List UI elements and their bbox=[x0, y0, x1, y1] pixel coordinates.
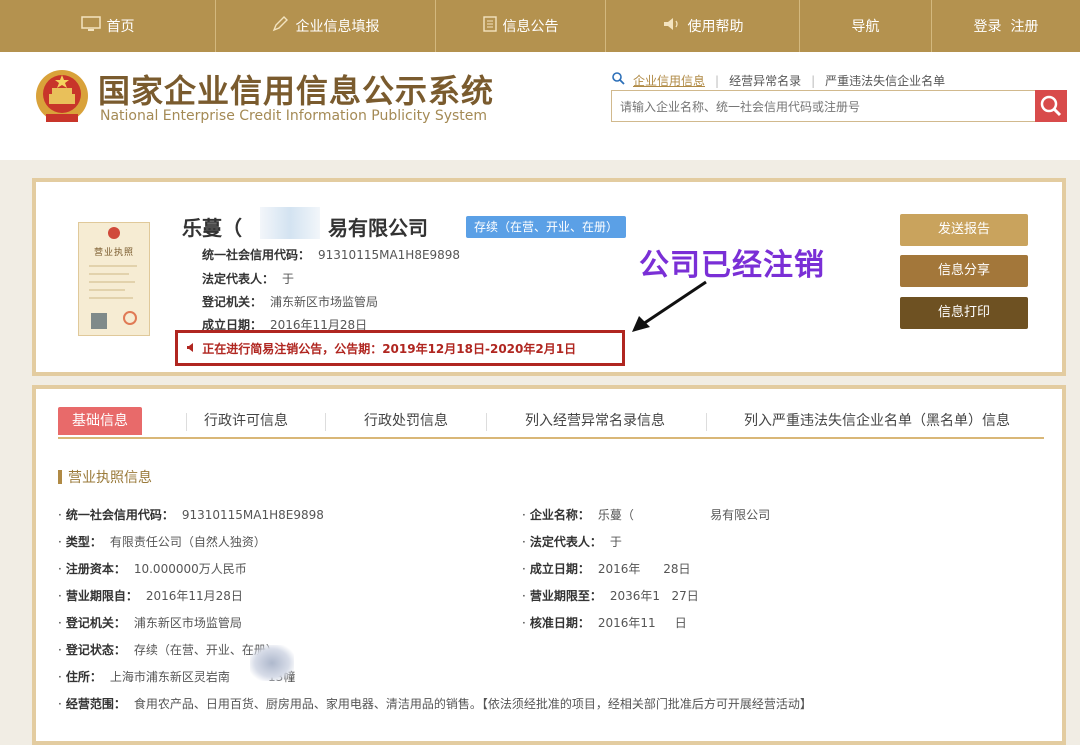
legal-rep-row: 法定代表人： 于 bbox=[202, 270, 294, 287]
field-legal-rep: · 法定代表人：于 bbox=[522, 535, 622, 549]
top-nav: 首页 企业信息填报 信息公告 使用帮助 导航 登录 注册 bbox=[0, 0, 1080, 52]
license-line bbox=[89, 289, 125, 291]
nav-login-register[interactable]: 登录 注册 bbox=[932, 0, 1080, 52]
divider: | bbox=[715, 73, 720, 88]
field-approval-date: · 核准日期： 2016年11 日 bbox=[522, 616, 687, 630]
qr-code-icon bbox=[91, 313, 107, 329]
nav-enterprise-fill[interactable]: 企业信息填报 bbox=[216, 0, 436, 52]
nav-login-label: 登录 注册 bbox=[973, 19, 1039, 35]
field-credit-code: · 统一社会信用代码： 91310115MA1H8E9898 bbox=[58, 508, 324, 522]
field-registered-capital: · 注册资本： 10.000000万人民币 bbox=[58, 562, 247, 576]
divider bbox=[486, 413, 487, 431]
divider bbox=[325, 413, 326, 431]
notice-text-row: 正在进行简易注销公告，公告期：2019年12月18日-2020年2月1日 bbox=[186, 340, 576, 357]
authority-value: 浦东新区市场监管局 bbox=[270, 295, 379, 309]
tab-admin-license[interactable]: 行政许可信息 bbox=[204, 407, 288, 435]
search-button[interactable] bbox=[1035, 90, 1067, 122]
company-name-suffix: 易有限公司 bbox=[328, 216, 428, 240]
nav-announcements-label: 信息公告 bbox=[502, 19, 559, 35]
tab-admin-penalty[interactable]: 行政处罚信息 bbox=[364, 407, 448, 435]
field-term-from: · 营业期限自： 2016年11月28日 bbox=[58, 589, 243, 603]
search-icon bbox=[1040, 95, 1062, 117]
credit-code-label: 统一社会信用代码： bbox=[202, 248, 311, 262]
nav-announcements[interactable]: 信息公告 bbox=[436, 0, 606, 52]
tab-blacklist[interactable]: 列入严重违法失信企业名单（黑名单）信息 bbox=[744, 407, 1010, 435]
redaction-blur bbox=[250, 645, 294, 681]
business-license-image: 营业执照 bbox=[78, 222, 150, 336]
search-input[interactable] bbox=[618, 91, 1032, 123]
legal-rep-label: 法定代表人： bbox=[202, 272, 275, 286]
status-badge: 存续（在营、开业、在册） bbox=[466, 216, 627, 238]
speaker-icon bbox=[186, 342, 202, 356]
license-line bbox=[89, 281, 135, 283]
section-title: 营业执照信息 bbox=[58, 467, 152, 487]
send-report-button[interactable]: 发送报告 bbox=[900, 214, 1028, 246]
license-line bbox=[89, 265, 137, 267]
details-card: 基础信息 行政许可信息 行政处罚信息 列入经营异常名录信息 列入严重违法失信企业… bbox=[32, 385, 1066, 745]
search-link-blacklist[interactable]: 严重违法失信企业名单 bbox=[825, 72, 945, 89]
nav-navigation-label: 导航 bbox=[851, 19, 880, 35]
search-box bbox=[611, 90, 1067, 123]
seal-icon bbox=[123, 311, 137, 325]
nav-home-label: 首页 bbox=[106, 19, 135, 35]
search-link-credit[interactable]: 企业信用信息 bbox=[633, 72, 705, 89]
info-tabs: 基础信息 行政许可信息 行政处罚信息 列入经营异常名录信息 列入严重违法失信企业… bbox=[58, 407, 1044, 439]
field-term-to: · 营业期限至： 2036年1 27日 bbox=[522, 589, 699, 603]
print-button[interactable]: 信息打印 bbox=[900, 297, 1028, 329]
license-line bbox=[89, 297, 133, 299]
document-icon bbox=[482, 16, 497, 36]
license-line bbox=[89, 273, 129, 275]
field-authority: · 登记机关： 浦东新区市场监管局 bbox=[58, 616, 242, 630]
nav-help[interactable]: 使用帮助 bbox=[606, 0, 800, 52]
divider: | bbox=[811, 73, 816, 88]
company-name-prefix: 乐蔓（ bbox=[182, 216, 242, 240]
field-business-scope: · 经营范围： 食用农产品、日用百货、厨房用品、家用电器、清洁用品的销售。【依法须经… bbox=[58, 697, 812, 711]
authority-label: 登记机关： bbox=[202, 295, 263, 309]
field-reg-status: · 登记状态： 存续（在营、开业、在册） bbox=[58, 643, 278, 657]
speaker-icon bbox=[662, 16, 682, 36]
site-title-cn: 国家企业信用信息公示系统 bbox=[98, 72, 495, 110]
annotation-arrow-icon bbox=[632, 280, 707, 332]
license-title: 营业执照 bbox=[93, 248, 134, 258]
nav-help-label: 使用帮助 bbox=[687, 19, 744, 35]
nav-navigation[interactable]: 导航 bbox=[800, 0, 932, 52]
section-title-text: 营业执照信息 bbox=[68, 470, 152, 486]
tab-basic-info[interactable]: 基础信息 bbox=[58, 407, 142, 435]
field-company-name: · 企业名称： 乐蔓（ 易有限公司 bbox=[522, 508, 771, 522]
tab-abnormal-list[interactable]: 列入经营异常名录信息 bbox=[525, 407, 665, 435]
legal-rep-value: 于 bbox=[282, 272, 295, 286]
field-type: · 类型： 有限责任公司（自然人独资） bbox=[58, 535, 266, 549]
nav-enterprise-fill-label: 企业信息填报 bbox=[295, 19, 380, 35]
deregistration-notice: 正在进行简易注销公告，公告期：2019年12月18日-2020年2月1日 bbox=[175, 330, 625, 366]
monitor-icon bbox=[80, 16, 101, 36]
divider bbox=[186, 413, 187, 431]
section-bar bbox=[58, 470, 62, 484]
search-small-icon bbox=[612, 72, 625, 89]
field-founded: · 成立日期： 2016年 28日 bbox=[522, 562, 691, 576]
nav-home[interactable]: 首页 bbox=[0, 0, 216, 52]
company-summary-card: 营业执照 乐蔓（ 易有限公司 存续（在营、开业、在册） 统一社会信用代码： 9131… bbox=[32, 178, 1066, 376]
credit-code-row: 统一社会信用代码： 91310115MA1H8E9898 bbox=[202, 246, 460, 263]
national-emblem-icon bbox=[34, 68, 90, 128]
redaction-blur bbox=[260, 207, 320, 239]
search-type-links: 企业信用信息 | 经营异常名录 | 严重违法失信企业名单 bbox=[612, 72, 945, 89]
site-title-en: National Enterprise Credit Information P… bbox=[100, 108, 488, 124]
license-emblem-icon bbox=[108, 227, 120, 239]
notice-text: 正在进行简易注销公告，公告期：2019年12月18日-2020年2月1日 bbox=[202, 342, 577, 356]
credit-code-value: 91310115MA1H8E9898 bbox=[318, 248, 461, 262]
edit-icon bbox=[272, 16, 290, 36]
authority-row: 登记机关： 浦东新区市场监管局 bbox=[202, 293, 378, 310]
search-link-abnormal[interactable]: 经营异常名录 bbox=[729, 72, 801, 89]
divider bbox=[706, 413, 707, 431]
share-button[interactable]: 信息分享 bbox=[900, 255, 1028, 287]
